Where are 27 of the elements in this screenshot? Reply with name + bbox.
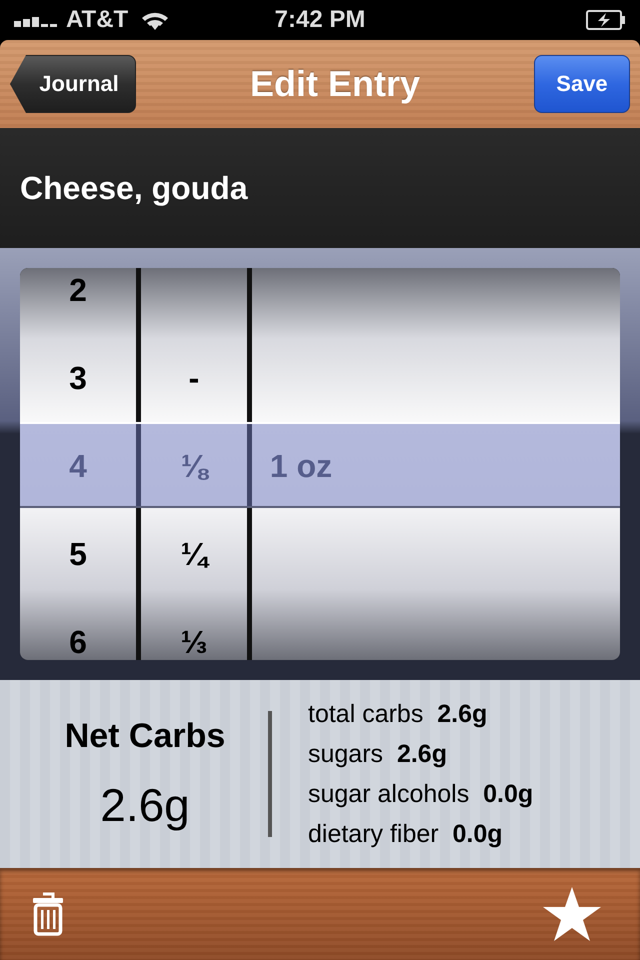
picker-option[interactable]: 6 [69,624,87,660]
screen-title: Edit Entry [250,63,420,105]
picker-wheel[interactable]: 2 3 4 5 6 [20,268,136,660]
picker-option[interactable]: 3 [69,360,87,396]
nutrient-row-text: dietary fiber 0.0g [308,819,504,850]
carrier-name: AT&T [66,6,128,34]
back-button[interactable]: Journal [10,55,136,113]
clock-time: 7:42 PM [274,6,366,34]
trash-icon [32,892,64,936]
battery-charging-icon [586,10,626,30]
star-icon [542,886,602,942]
nutrient-row-text: sugars 2.6g [308,739,448,770]
nutrient-row-text: total carbs 2.6g [308,699,488,730]
quantity-picker[interactable]: 2 3 4 5 6 - ⅛ ¼ ⅓ 1 oz [20,268,620,660]
nutrient-row-text: sugar alcohols 0.0g [308,779,534,810]
picker-option[interactable]: - [188,360,200,396]
picker-option[interactable]: ⅓ [180,624,208,660]
favorite-button[interactable] [542,886,602,942]
save-button[interactable]: Save [534,55,630,113]
net-carbs-value: 2.6g [100,778,190,832]
picker-option[interactable]: 5 [69,536,87,572]
trash-button[interactable] [32,892,64,936]
net-carbs-label: Net Carbs [64,716,226,756]
picker-option[interactable]: 2 [69,272,87,308]
picker-wheel[interactable]: - ⅛ ¼ ⅓ [140,268,247,660]
picker-option[interactable]: ¼ [180,536,208,572]
food-name: Cheese, gouda [20,170,248,206]
